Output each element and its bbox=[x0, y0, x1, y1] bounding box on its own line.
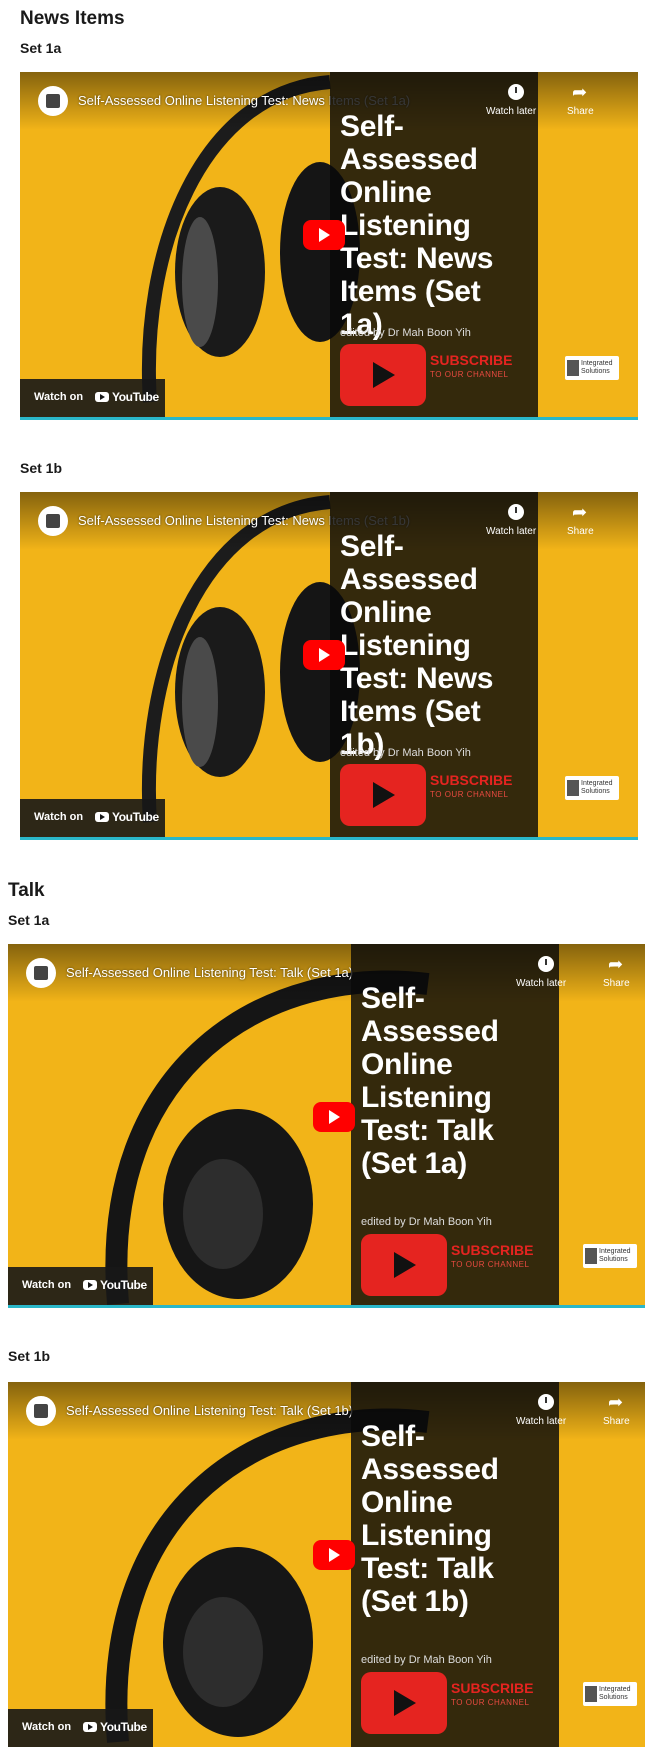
watch-on-youtube-button[interactable]: Watch on YouTube bbox=[20, 799, 165, 837]
channel-icon[interactable] bbox=[38, 86, 68, 116]
share-label[interactable]: Share bbox=[567, 526, 594, 537]
youtube-logo-icon bbox=[83, 1280, 97, 1290]
share-label[interactable]: Share bbox=[603, 978, 630, 989]
watch-later-label[interactable]: Watch later bbox=[486, 526, 536, 537]
share-arrow-icon[interactable]: ➦ bbox=[608, 954, 623, 975]
subscribe-text: SUBSCRIBE bbox=[451, 1242, 534, 1258]
integrated-solutions-logo: Integrated Solutions bbox=[583, 1682, 637, 1706]
title-card: Self- Assessed Online Listening Test: Ta… bbox=[351, 944, 559, 1305]
watch-on-youtube-button[interactable]: Watch on YouTube bbox=[20, 379, 165, 417]
clock-icon[interactable] bbox=[538, 956, 554, 972]
subscribe-subtext: TO OUR CHANNEL bbox=[451, 1698, 530, 1707]
watch-on-youtube-button[interactable]: Watch on YouTube bbox=[8, 1709, 153, 1747]
title-card: Self- Assessed Online Listening Test: Ta… bbox=[351, 1382, 559, 1747]
clock-icon[interactable] bbox=[508, 504, 524, 520]
credit-text: edited by Dr Mah Boon Yih bbox=[340, 747, 471, 759]
credit-text: edited by Dr Mah Boon Yih bbox=[340, 327, 471, 339]
subscribe-play-icon bbox=[340, 764, 426, 826]
credit-text: edited by Dr Mah Boon Yih bbox=[361, 1654, 492, 1666]
channel-icon[interactable] bbox=[26, 1396, 56, 1426]
video-title-link[interactable]: Self-Assessed Online Listening Test: Tal… bbox=[66, 1403, 353, 1418]
watch-on-label: Watch on bbox=[34, 391, 84, 403]
section-heading-talk: Talk bbox=[8, 880, 45, 901]
card-title: Self- Assessed Online Listening Test: Ne… bbox=[340, 530, 494, 761]
watch-on-label: Watch on bbox=[34, 811, 84, 823]
credit-text: edited by Dr Mah Boon Yih bbox=[361, 1216, 492, 1228]
watch-later-label[interactable]: Watch later bbox=[486, 106, 536, 117]
card-title: Self- Assessed Online Listening Test: Ta… bbox=[361, 1420, 499, 1618]
youtube-logo-icon bbox=[83, 1722, 97, 1732]
subscribe-text: SUBSCRIBE bbox=[430, 352, 513, 368]
youtube-label: YouTube bbox=[100, 1278, 147, 1292]
youtube-label: YouTube bbox=[100, 1720, 147, 1734]
set-label: Set 1a bbox=[20, 40, 62, 56]
play-icon[interactable] bbox=[313, 1540, 355, 1570]
watch-later-label[interactable]: Watch later bbox=[516, 978, 566, 989]
title-card: Self- Assessed Online Listening Test: Ne… bbox=[330, 72, 538, 417]
youtube-label: YouTube bbox=[112, 390, 159, 404]
set-label: Set 1a bbox=[8, 912, 50, 928]
video-player-talk-set-1b[interactable]: Self-Assessed Online Listening Test: Tal… bbox=[8, 1382, 645, 1747]
subscribe-play-icon bbox=[361, 1234, 447, 1296]
set-label: Set 1b bbox=[8, 1348, 51, 1364]
subscribe-play-icon bbox=[340, 344, 426, 406]
subscribe-play-icon bbox=[361, 1672, 447, 1734]
channel-icon[interactable] bbox=[38, 506, 68, 536]
share-arrow-icon[interactable]: ➦ bbox=[572, 82, 587, 103]
channel-icon[interactable] bbox=[26, 958, 56, 988]
card-title: Self- Assessed Online Listening Test: Ne… bbox=[340, 110, 494, 341]
watch-on-label: Watch on bbox=[22, 1279, 72, 1291]
integrated-solutions-logo: Integrated Solutions bbox=[565, 776, 619, 800]
youtube-logo-icon bbox=[95, 392, 109, 402]
integrated-solutions-logo: Integrated Solutions bbox=[583, 1244, 637, 1268]
section-heading-news-items: News Items bbox=[20, 8, 125, 29]
subscribe-subtext: TO OUR CHANNEL bbox=[430, 370, 509, 379]
subscribe-text: SUBSCRIBE bbox=[430, 772, 513, 788]
subscribe-subtext: TO OUR CHANNEL bbox=[451, 1260, 530, 1269]
set-label: Set 1b bbox=[20, 460, 63, 476]
subscribe-text: SUBSCRIBE bbox=[451, 1680, 534, 1696]
video-title-link[interactable]: Self-Assessed Online Listening Test: Tal… bbox=[66, 965, 353, 980]
clock-icon[interactable] bbox=[508, 84, 524, 100]
watch-later-label[interactable]: Watch later bbox=[516, 1416, 566, 1427]
subscribe-subtext: TO OUR CHANNEL bbox=[430, 790, 509, 799]
title-card: Self- Assessed Online Listening Test: Ne… bbox=[330, 492, 538, 837]
video-player-news-set-1a[interactable]: Self-Assessed Online Listening Test: New… bbox=[20, 72, 638, 420]
play-icon[interactable] bbox=[303, 640, 345, 670]
play-icon[interactable] bbox=[313, 1102, 355, 1132]
video-player-news-set-1b[interactable]: Self-Assessed Online Listening Test: New… bbox=[20, 492, 638, 840]
share-label[interactable]: Share bbox=[603, 1416, 630, 1427]
watch-on-label: Watch on bbox=[22, 1721, 72, 1733]
video-player-talk-set-1a[interactable]: Self-Assessed Online Listening Test: Tal… bbox=[8, 944, 645, 1308]
share-label[interactable]: Share bbox=[567, 106, 594, 117]
youtube-logo-icon bbox=[95, 812, 109, 822]
youtube-label: YouTube bbox=[112, 810, 159, 824]
share-arrow-icon[interactable]: ➦ bbox=[572, 502, 587, 523]
clock-icon[interactable] bbox=[538, 1394, 554, 1410]
watch-on-youtube-button[interactable]: Watch on YouTube bbox=[8, 1267, 153, 1305]
play-icon[interactable] bbox=[303, 220, 345, 250]
integrated-solutions-logo: Integrated Solutions bbox=[565, 356, 619, 380]
card-title: Self- Assessed Online Listening Test: Ta… bbox=[361, 982, 499, 1180]
share-arrow-icon[interactable]: ➦ bbox=[608, 1392, 623, 1413]
